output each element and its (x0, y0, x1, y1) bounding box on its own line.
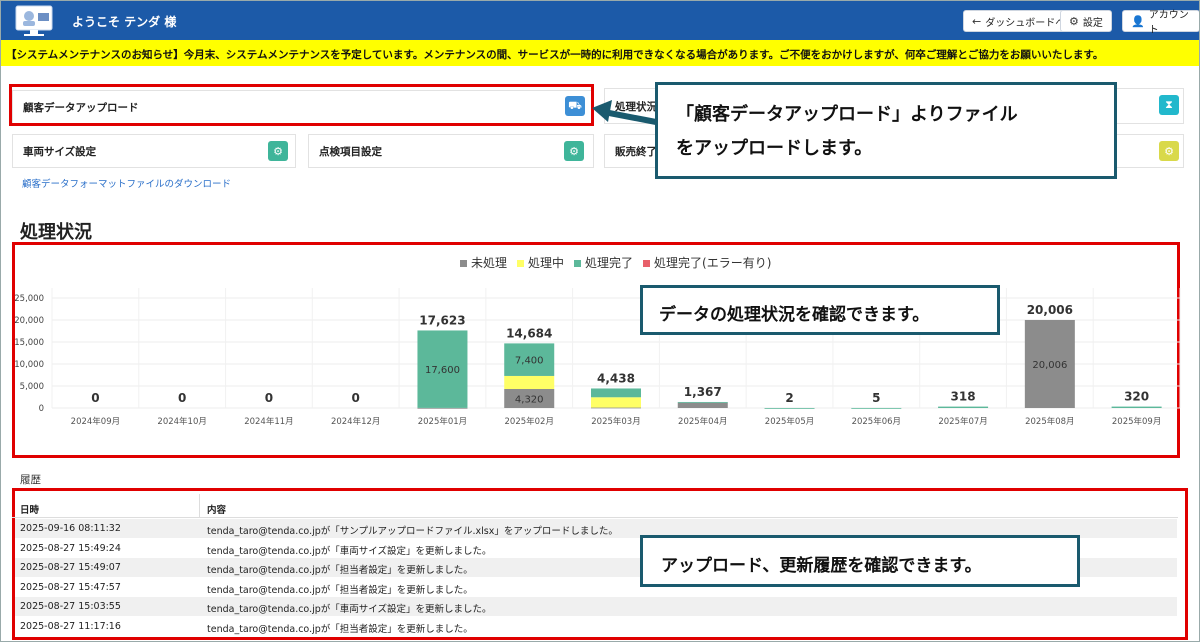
gear-icon: ⚙ (273, 144, 283, 158)
history-date: 2025-08-27 15:49:07 (20, 562, 121, 573)
status-button[interactable]: ⧗ (1159, 95, 1179, 115)
sales-end-card-label: 販売終了 (615, 145, 657, 158)
legend-swatch (460, 260, 467, 267)
legend-item[interactable]: 処理完了 (574, 254, 633, 271)
history-content: tenda_taro@tenda.co.jpが「担当者設定」を更新しました。 (207, 623, 473, 635)
sales-end-button[interactable]: ⚙ (1159, 141, 1179, 161)
legend-swatch (517, 260, 525, 267)
history-date: 2025-08-27 15:47:57 (20, 581, 121, 593)
arrow-left-icon: ← (972, 14, 982, 28)
col-date: 日時 (20, 505, 40, 516)
legend-item[interactable]: 処理中 (517, 254, 564, 271)
history-content: tenda_taro@tenda.co.jpが「車両サイズ設定」を更新しました。 (207, 545, 492, 557)
legend-label: 未処理 (471, 256, 508, 270)
col-content: 内容 (207, 505, 227, 516)
account-button[interactable]: 👤 アカウント (1122, 10, 1200, 36)
legend-swatch (643, 260, 651, 267)
vehicle-size-card[interactable]: 車両サイズ設定 (12, 134, 296, 168)
gear-icon: ⚙ (1164, 144, 1174, 158)
gear-icon: ⚙ (1069, 14, 1079, 28)
history-row: 2025-08-27 15:03:55 tenda_taro@tenda.co.j… (15, 597, 1177, 616)
legend-item[interactable]: 処理完了(エラー有り) (643, 254, 771, 271)
format-download-link[interactable]: 顧客データフォーマットファイルのダウンロード (22, 176, 231, 190)
inspection-button[interactable]: ⚙ (564, 141, 584, 161)
user-icon: 👤 (1131, 14, 1145, 28)
inspection-card[interactable]: 点検項目設定 (308, 134, 594, 168)
chart-legend: 未処理 処理中 処理完了 処理完了(エラー有り) (460, 254, 771, 271)
vehicle-size-card-label: 車両サイズ設定 (23, 145, 97, 158)
section-title: 処理状況 (20, 222, 92, 243)
chart-callout: データの処理状況を確認できます。 (640, 285, 1000, 335)
history-callout: アップロード、更新履歴を確認できます。 (640, 535, 1080, 587)
legend-item[interactable]: 未処理 (460, 254, 507, 271)
legend-label: 処理中 (528, 256, 565, 270)
dashboard-button-label: ダッシュボードへ (985, 17, 1066, 29)
settings-button-label: 設定 (1082, 17, 1103, 29)
dashboard-button[interactable]: ← ダッシュボードへ (963, 10, 1075, 32)
history-title: 履歴 (20, 474, 41, 486)
callout-arrow-icon (592, 100, 657, 125)
history-date: 2025-08-27 15:49:24 (20, 542, 121, 554)
vehicle-size-button[interactable]: ⚙ (268, 141, 288, 161)
upload-callout: 「顧客データアップロード」よりファイル をアップロードします。 (655, 82, 1117, 179)
history-date: 2025-08-27 15:03:55 (20, 601, 121, 612)
logo-icon (15, 5, 53, 36)
welcome-text: ようこそ テンダ 様 (72, 15, 177, 29)
history-header: 日時 内容 (12, 494, 1178, 518)
legend-label: 処理完了(エラー有り) (654, 256, 772, 270)
history-date: 2025-08-27 11:17:16 (20, 620, 121, 632)
upload-callout-line2: をアップロードします。 (676, 138, 873, 159)
upload-callout-line1: 「顧客データアップロード」よりファイル (676, 104, 1018, 125)
hourglass-icon: ⧗ (1165, 98, 1173, 111)
history-date: 2025-09-16 08:11:32 (20, 523, 121, 534)
inspection-card-label: 点検項目設定 (319, 145, 382, 158)
chart-highlight (12, 242, 1180, 458)
history-row: 2025-08-27 11:17:16 tenda_taro@tenda.co.j… (15, 617, 1177, 636)
history-content: tenda_taro@tenda.co.jpが「担当者設定」を更新しました。 (207, 584, 473, 596)
maintenance-notice: 【システムメンテナンスのお知らせ】今月末、システムメンテナンスを予定しています。… (0, 40, 1200, 66)
account-button-label: アカウント (1148, 10, 1189, 36)
app-header: ようこそ テンダ 様 ← ダッシュボードへ ⚙ 設定 👤 アカウント (0, 0, 1200, 40)
history-content: tenda_taro@tenda.co.jpが「担当者設定」を更新しました。 (207, 565, 473, 576)
history-content: tenda_taro@tenda.co.jpが「サンプルアップロードファイル.x… (207, 526, 618, 537)
settings-button[interactable]: ⚙ 設定 (1060, 10, 1112, 32)
legend-label: 処理完了 (585, 256, 634, 270)
history-content: tenda_taro@tenda.co.jpが「車両サイズ設定」を更新しました。 (207, 604, 492, 615)
legend-swatch (574, 260, 582, 267)
column-divider (199, 494, 200, 518)
upload-highlight (9, 84, 594, 126)
gear-icon: ⚙ (569, 144, 579, 158)
